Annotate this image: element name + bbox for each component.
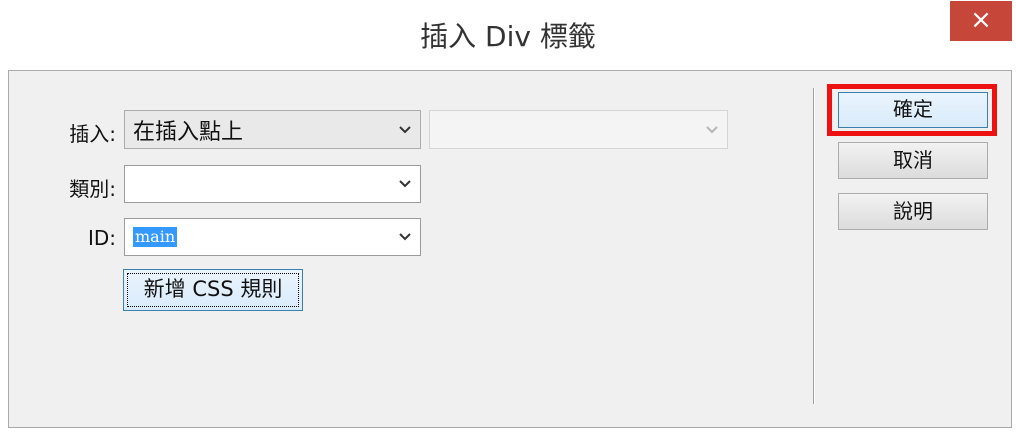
id-selected-text[interactable]: main — [133, 227, 178, 247]
id-label: ID: — [87, 226, 116, 250]
title-bar: 插入 Div 標籤 × — [0, 0, 1016, 70]
class-label: 類別: — [69, 177, 116, 201]
insert-position-select[interactable]: 在插入點上 — [124, 110, 421, 149]
highlight-annotation — [827, 84, 997, 136]
focus-ring — [127, 273, 299, 307]
close-icon: × — [970, 5, 992, 35]
chevron-down-icon — [399, 125, 411, 133]
class-select[interactable] — [124, 165, 421, 203]
help-button[interactable]: 說明 — [838, 193, 988, 230]
chevron-down-icon — [399, 180, 411, 188]
dialog-title: 插入 Div 標籤 — [420, 20, 596, 53]
insert-div-dialog: 插入 Div 標籤 × 插入: 在插入點上 類別: ID: main 新增 CS… — [0, 0, 1016, 436]
new-css-rule-button[interactable]: 新增 CSS 規則 — [123, 269, 303, 311]
id-combobox[interactable]: main — [124, 218, 421, 256]
close-button[interactable]: × — [950, 1, 1012, 41]
chevron-down-icon — [706, 125, 718, 133]
chevron-down-icon — [399, 233, 411, 241]
cancel-button[interactable]: 取消 — [838, 142, 988, 179]
insert-position-value: 在插入點上 — [133, 119, 244, 145]
vertical-divider — [813, 88, 815, 404]
id-value: main — [133, 219, 178, 255]
insert-target-select — [429, 110, 728, 149]
help-button-label: 說明 — [893, 199, 933, 223]
cancel-button-label: 取消 — [893, 148, 933, 172]
insert-label: 插入: — [69, 122, 116, 146]
